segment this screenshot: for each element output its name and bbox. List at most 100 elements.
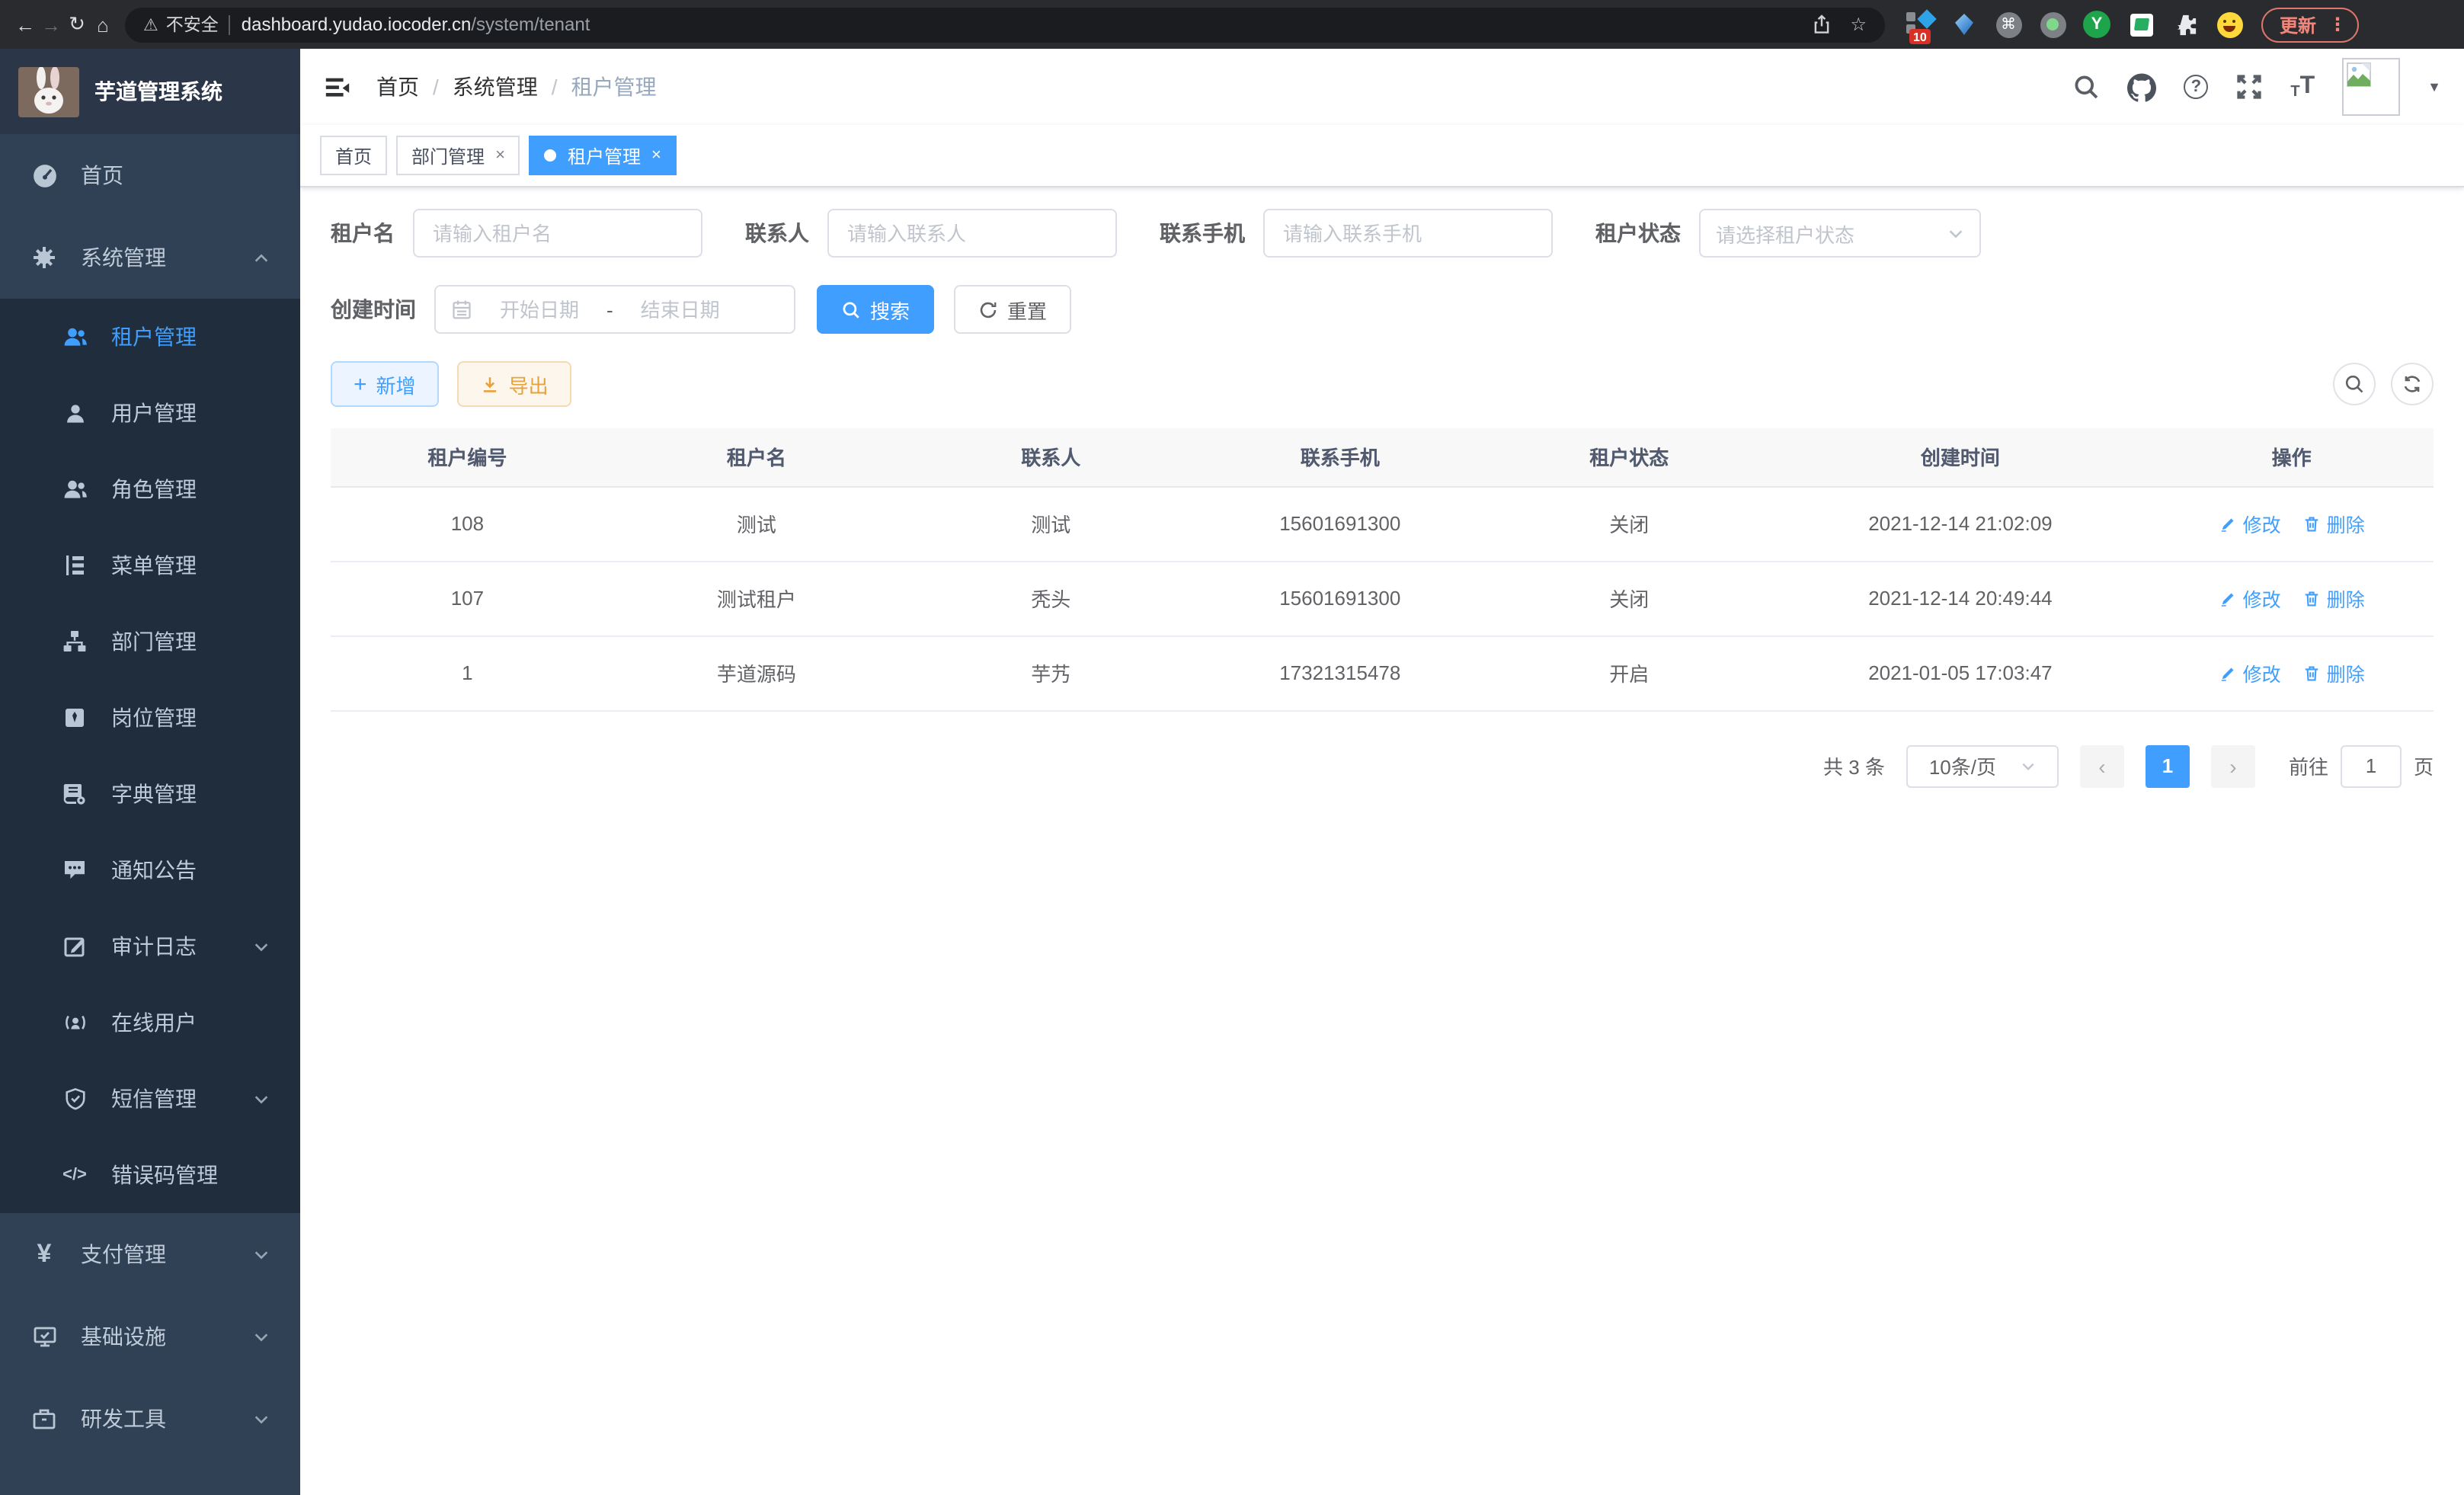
sidebar-item-devtools[interactable]: 研发工具 <box>0 1378 300 1460</box>
sidebar-item-notice[interactable]: 通知公告 <box>0 832 300 908</box>
sidebar-item-online-users[interactable]: 在线用户 <box>0 984 300 1061</box>
cell-status: 关闭 <box>1487 561 1771 635</box>
sidebar: 芋道管理系统 首页 系统管理 <box>0 49 300 1495</box>
table-row[interactable]: 108 测试 测试 15601691300 关闭 2021-12-14 21:0… <box>331 486 2434 561</box>
browser-forward-icon[interactable]: → <box>38 13 64 36</box>
breadcrumb-home[interactable]: 首页 <box>376 72 419 102</box>
page-number-1[interactable]: 1 <box>2146 744 2190 787</box>
extension-y-icon[interactable]: Y <box>2083 11 2110 38</box>
extension-record-icon[interactable] <box>2039 11 2066 38</box>
sidebar-item-sms[interactable]: 短信管理 <box>0 1061 300 1137</box>
extension-command-icon[interactable]: ⌘ <box>1995 11 2022 38</box>
sidebar-item-label: 短信管理 <box>111 1084 197 1114</box>
sidebar-item-label: 错误码管理 <box>111 1160 218 1190</box>
badge-icon <box>61 706 88 730</box>
page-size-select[interactable]: 10条/页 <box>1906 744 2059 787</box>
help-icon[interactable]: ? <box>2184 75 2208 99</box>
search-button[interactable]: 搜索 <box>817 285 934 334</box>
close-icon[interactable]: × <box>651 146 661 165</box>
table-header-row: 租户编号 租户名 联系人 联系手机 租户状态 创建时间 操作 <box>331 428 2434 486</box>
prev-page-button[interactable]: ‹ <box>2080 744 2124 787</box>
bookmark-star-icon[interactable]: ☆ <box>1850 14 1867 35</box>
sidebar-item-menu[interactable]: 菜单管理 <box>0 527 300 603</box>
contact-input[interactable] <box>827 209 1117 258</box>
edit-link[interactable]: 修改 <box>2219 658 2281 687</box>
hamburger-icon[interactable] <box>323 72 352 101</box>
sidebar-item-role[interactable]: 角色管理 <box>0 451 300 527</box>
header-search-icon[interactable] <box>2072 73 2100 101</box>
pagination-total: 共 3 条 <box>1823 751 1885 780</box>
tab-label: 首页 <box>335 142 372 168</box>
reset-button[interactable]: 重置 <box>954 285 1071 334</box>
cell-mobile: 17321315478 <box>1193 635 1487 710</box>
export-button[interactable]: 导出 <box>457 361 571 407</box>
avatar[interactable] <box>2342 58 2400 116</box>
browser-back-icon[interactable]: ← <box>12 13 38 36</box>
sidebar-item-pay[interactable]: ¥ 支付管理 <box>0 1213 300 1295</box>
date-range-picker[interactable]: - <box>434 285 795 334</box>
sidebar-item-dict[interactable]: 字典管理 <box>0 756 300 832</box>
delete-link[interactable]: 删除 <box>2302 584 2365 613</box>
address-bar[interactable]: ⚠ 不安全 dashboard.yudao.iocoder.cn/system/… <box>125 7 1885 42</box>
sidebar-item-home[interactable]: 首页 <box>0 134 300 216</box>
breadcrumb-system[interactable]: 系统管理 <box>453 72 538 102</box>
dashboard-icon <box>30 162 58 188</box>
cell-tenant-name: 测试租户 <box>604 561 909 635</box>
sidebar-item-audit-log[interactable]: 审计日志 <box>0 908 300 984</box>
toggle-search-button[interactable] <box>2333 363 2376 405</box>
close-icon[interactable]: × <box>495 146 505 165</box>
mobile-input[interactable] <box>1263 209 1553 258</box>
browser-menu-icon[interactable]: ⋮ <box>2328 14 2347 35</box>
delete-link[interactable]: 删除 <box>2302 509 2365 538</box>
cell-created: 2021-12-14 20:49:44 <box>1771 561 2150 635</box>
sidebar-item-errcode[interactable]: </> 错误码管理 <box>0 1137 300 1213</box>
delete-link[interactable]: 删除 <box>2302 658 2365 687</box>
sidebar-item-infra[interactable]: 基础设施 <box>0 1295 300 1378</box>
next-page-button[interactable]: › <box>2211 744 2255 787</box>
font-size-icon[interactable]: TT <box>2290 73 2315 101</box>
navbar-actions: ? TT ▼ <box>2072 58 2441 116</box>
trash-icon <box>2302 589 2321 607</box>
edit-link[interactable]: 修改 <box>2219 509 2281 538</box>
extension-kite-icon[interactable] <box>1950 11 1978 38</box>
browser-home-icon[interactable]: ⌂ <box>90 13 116 36</box>
sidebar-item-system[interactable]: 系统管理 <box>0 216 300 299</box>
fullscreen-icon[interactable] <box>2235 73 2263 101</box>
table-row[interactable]: 1 芋道源码 芋艿 17321315478 开启 2021-01-05 17:0… <box>331 635 2434 710</box>
date-start-input[interactable] <box>485 298 594 321</box>
status-placeholder: 请选择租户状态 <box>1716 219 1947 248</box>
extensions-puzzle-icon[interactable] <box>2171 11 2199 38</box>
sidebar-item-tenant[interactable]: 租户管理 <box>0 299 300 375</box>
tab-dept[interactable]: 部门管理 × <box>396 136 520 175</box>
sidebar-item-post[interactable]: 岗位管理 <box>0 680 300 756</box>
tab-home[interactable]: 首页 <box>320 136 387 175</box>
extension-chat-icon[interactable] <box>2127 11 2155 38</box>
app-logo-row[interactable]: 芋道管理系统 <box>0 49 300 134</box>
date-end-input[interactable] <box>626 298 735 321</box>
sidebar-menu: 首页 系统管理 租户管理 <box>0 134 300 1495</box>
sidebar-item-user[interactable]: 用户管理 <box>0 375 300 451</box>
sidebar-item-dept[interactable]: 部门管理 <box>0 603 300 680</box>
security-chip[interactable]: ⚠ 不安全 <box>143 12 219 37</box>
github-icon[interactable] <box>2127 72 2156 101</box>
sidebar-item-label: 支付管理 <box>81 1239 166 1269</box>
chevron-down-icon <box>253 1410 270 1427</box>
add-button[interactable]: + 新增 <box>331 361 439 407</box>
sidebar-item-label: 字典管理 <box>111 779 197 809</box>
tab-tenant[interactable]: 租户管理 × <box>530 136 677 175</box>
profile-avatar-icon[interactable] <box>2216 11 2243 38</box>
caret-down-icon[interactable]: ▼ <box>2427 79 2441 94</box>
edit-link[interactable]: 修改 <box>2219 584 2281 613</box>
page-unit-label: 页 <box>2414 751 2434 780</box>
browser-reload-icon[interactable]: ↻ <box>64 12 90 37</box>
browser-update-button[interactable]: 更新 ⋮ <box>2261 7 2359 42</box>
goto-page-input[interactable] <box>2341 744 2402 787</box>
cell-status: 关闭 <box>1487 486 1771 561</box>
share-icon[interactable] <box>1812 14 1832 35</box>
tenant-name-input[interactable] <box>413 209 702 258</box>
status-select[interactable]: 请选择租户状态 <box>1699 209 1981 258</box>
extension-grid-icon[interactable]: 10 <box>1906 11 1934 38</box>
refresh-table-button[interactable] <box>2391 363 2434 405</box>
cell-tenant-name: 芋道源码 <box>604 635 909 710</box>
table-row[interactable]: 107 测试租户 秃头 15601691300 关闭 2021-12-14 20… <box>331 561 2434 635</box>
